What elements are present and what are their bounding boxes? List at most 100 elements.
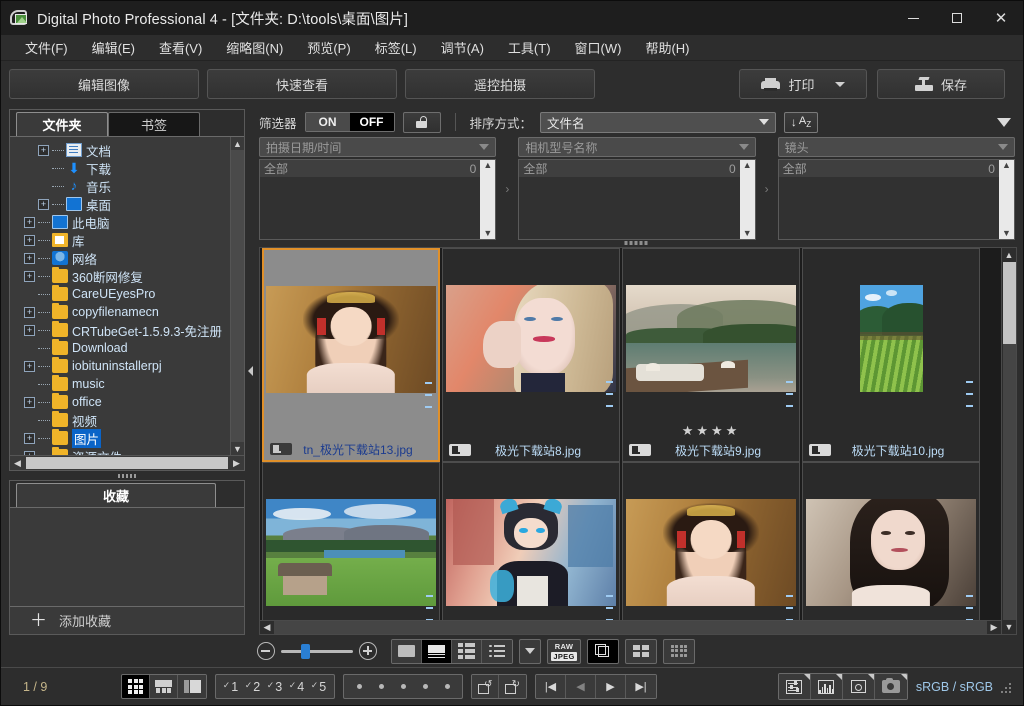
thumbnail-cell[interactable]: tn_极光下载站13.jpg [262, 248, 440, 462]
zoom-out-button[interactable] [257, 642, 275, 660]
close-button[interactable]: ✕ [979, 1, 1023, 35]
folder-tree-vscrollbar[interactable]: ▲ ▼ [230, 137, 244, 455]
tab-favorites[interactable]: 收藏 [16, 483, 216, 507]
tab-folders[interactable]: 文件夹 [16, 112, 108, 136]
scroll-up-icon[interactable]: ▲ [1002, 248, 1016, 262]
hscroll-track[interactable] [274, 621, 987, 634]
thumbnail-cell[interactable] [442, 462, 620, 620]
scroll-track[interactable] [231, 150, 244, 442]
tree-item-图片[interactable]: +图片 [10, 429, 230, 447]
vscroll-thumb[interactable] [1003, 262, 1016, 344]
sort-select[interactable]: 文件名 [540, 112, 776, 133]
resize-grip[interactable] [1001, 680, 1015, 694]
filter-panel-items[interactable]: 全部 0 [519, 160, 739, 239]
tree-item-桌面[interactable]: +桌面 [10, 195, 230, 213]
check-dot-4[interactable] [414, 684, 436, 689]
scroll-up-icon[interactable]: ▲ [1002, 160, 1011, 171]
rotate-right-button[interactable]: ↻ [499, 675, 526, 698]
tree-expander-icon[interactable]: + [24, 217, 35, 228]
tree-item-库[interactable]: +库 [10, 231, 230, 249]
scroll-right-icon[interactable]: ▶ [987, 621, 1001, 634]
filter-item-all[interactable]: 全部 0 [779, 160, 999, 177]
collection-button[interactable] [625, 639, 657, 664]
tree-item-office[interactable]: +office [10, 393, 230, 411]
filter-panel-header[interactable]: 镜头 [778, 137, 1015, 157]
menu-tools[interactable]: 工具(T) [498, 35, 561, 60]
menu-help[interactable]: 帮助(H) [635, 35, 699, 60]
scroll-down-icon[interactable]: ▼ [231, 442, 244, 455]
check-dot-3[interactable] [392, 684, 414, 689]
scroll-up-icon[interactable]: ▲ [231, 137, 244, 150]
select-all-button[interactable] [663, 639, 695, 664]
scroll-left-icon[interactable]: ◀ [260, 621, 274, 634]
thumbnail-cell[interactable] [622, 462, 800, 620]
filter-panel-splitter[interactable] [625, 241, 648, 245]
sidebar-collapse-handle[interactable] [245, 107, 255, 635]
rating-1-button[interactable]: ✓1 [220, 680, 242, 694]
adjustment-panel-button[interactable] [779, 674, 811, 699]
collapse-filter-icon[interactable] [997, 118, 1011, 127]
print-button[interactable]: 打印 [739, 69, 867, 99]
tree-expander-icon[interactable]: + [24, 433, 35, 444]
filter-panel-scrollbar[interactable]: ▲ ▼ [740, 160, 755, 239]
menu-thumbnail[interactable]: 缩略图(N) [216, 35, 293, 60]
trim-panel-button[interactable] [843, 674, 875, 699]
tree-item-iobituninstallerpj[interactable]: +iobituninstallerpj [10, 357, 230, 375]
favorites-list[interactable] [10, 507, 244, 606]
filter-item-all[interactable]: 全部 0 [519, 160, 739, 177]
filter-panel-list[interactable]: 全部 0 ▲ ▼ [518, 159, 755, 240]
grid-hscrollbar[interactable]: ◀ ▶ [260, 620, 1001, 634]
scroll-up-icon[interactable]: ▲ [483, 160, 492, 171]
check-dot-1[interactable] [348, 684, 370, 689]
tree-expander-icon[interactable]: + [24, 361, 35, 372]
raw-jpeg-filter-button[interactable]: RAW JPEG [547, 639, 581, 664]
tree-item-网络[interactable]: +网络 [10, 249, 230, 267]
tree-item-copyfilenamecn[interactable]: +copyfilenamecn [10, 303, 230, 321]
filter-off-button[interactable]: OFF [350, 113, 394, 131]
grid-vscrollbar[interactable]: ▲ ▼ [1002, 247, 1017, 635]
scroll-down-icon[interactable]: ▼ [1002, 620, 1016, 634]
tree-expander-icon[interactable]: + [24, 235, 35, 246]
filter-panel-list[interactable]: 全部 0 ▲ ▼ [259, 159, 496, 240]
rating-3-button[interactable]: ✓3 [264, 680, 286, 694]
scroll-left-icon[interactable]: ◀ [10, 456, 25, 470]
tab-bookmarks[interactable]: 书签 [108, 112, 200, 136]
chevron-down-icon[interactable] [835, 82, 845, 87]
tree-item-音乐[interactable]: ♪音乐 [10, 177, 230, 195]
histogram-panel-button[interactable] [811, 674, 843, 699]
remote-shoot-button[interactable]: 遥控拍摄 [405, 69, 595, 99]
folder-tree-hscrollbar[interactable]: ◀ ▶ [10, 455, 244, 470]
add-favorite-button[interactable]: ＋ 添加收藏 [10, 606, 244, 634]
tree-item-music[interactable]: music [10, 375, 230, 393]
tree-expander-icon[interactable]: + [24, 271, 35, 282]
tree-item-文档[interactable]: +文档 [10, 141, 230, 159]
tree-item-资源文件[interactable]: +资源文件 [10, 447, 230, 455]
tree-item-360断网修复[interactable]: +360断网修复 [10, 267, 230, 285]
thumbnail-grid[interactable]: tn_极光下载站13.jpg 极光下载站8.jpg ★★★★极光下载 [259, 247, 1002, 635]
tree-expander-icon[interactable]: + [24, 325, 35, 336]
scroll-up-icon[interactable]: ▲ [743, 160, 752, 171]
nav-first-button[interactable]: |◀ [536, 675, 566, 698]
slider-knob[interactable] [301, 644, 310, 659]
filter-toggle[interactable]: ON OFF [305, 112, 395, 132]
folder-tree[interactable]: +文档⬇下载♪音乐+桌面+此电脑+库+网络+360断网修复CareUEyesPr… [10, 137, 230, 455]
tree-item-下载[interactable]: ⬇下载 [10, 159, 230, 177]
filter-lock-button[interactable] [403, 112, 441, 133]
tree-item-CRTubeGet-1.5.9.3-免注册[interactable]: +CRTubeGet-1.5.9.3-免注册 [10, 321, 230, 339]
check-dot-2[interactable] [370, 684, 392, 689]
menu-file[interactable]: 文件(F) [15, 35, 78, 60]
tree-expander-icon[interactable]: + [24, 307, 35, 318]
scroll-down-icon[interactable]: ▼ [743, 228, 752, 239]
filmstrip-bottom-layout-button[interactable] [150, 675, 178, 698]
menu-label[interactable]: 标签(L) [365, 35, 427, 60]
hscroll-thumb[interactable] [26, 457, 228, 469]
filter-panel-scrollbar[interactable]: ▲ ▼ [999, 160, 1014, 239]
nav-next-button[interactable]: ▶ [596, 675, 626, 698]
group-images-button[interactable] [587, 639, 619, 664]
tree-expander-icon[interactable]: + [38, 199, 49, 210]
vscroll-track[interactable] [1003, 262, 1016, 620]
maximize-button[interactable] [935, 1, 979, 35]
quick-view-button[interactable]: 快速查看 [207, 69, 397, 99]
tree-item-视频[interactable]: 视频 [10, 411, 230, 429]
filter-on-button[interactable]: ON [306, 113, 350, 131]
